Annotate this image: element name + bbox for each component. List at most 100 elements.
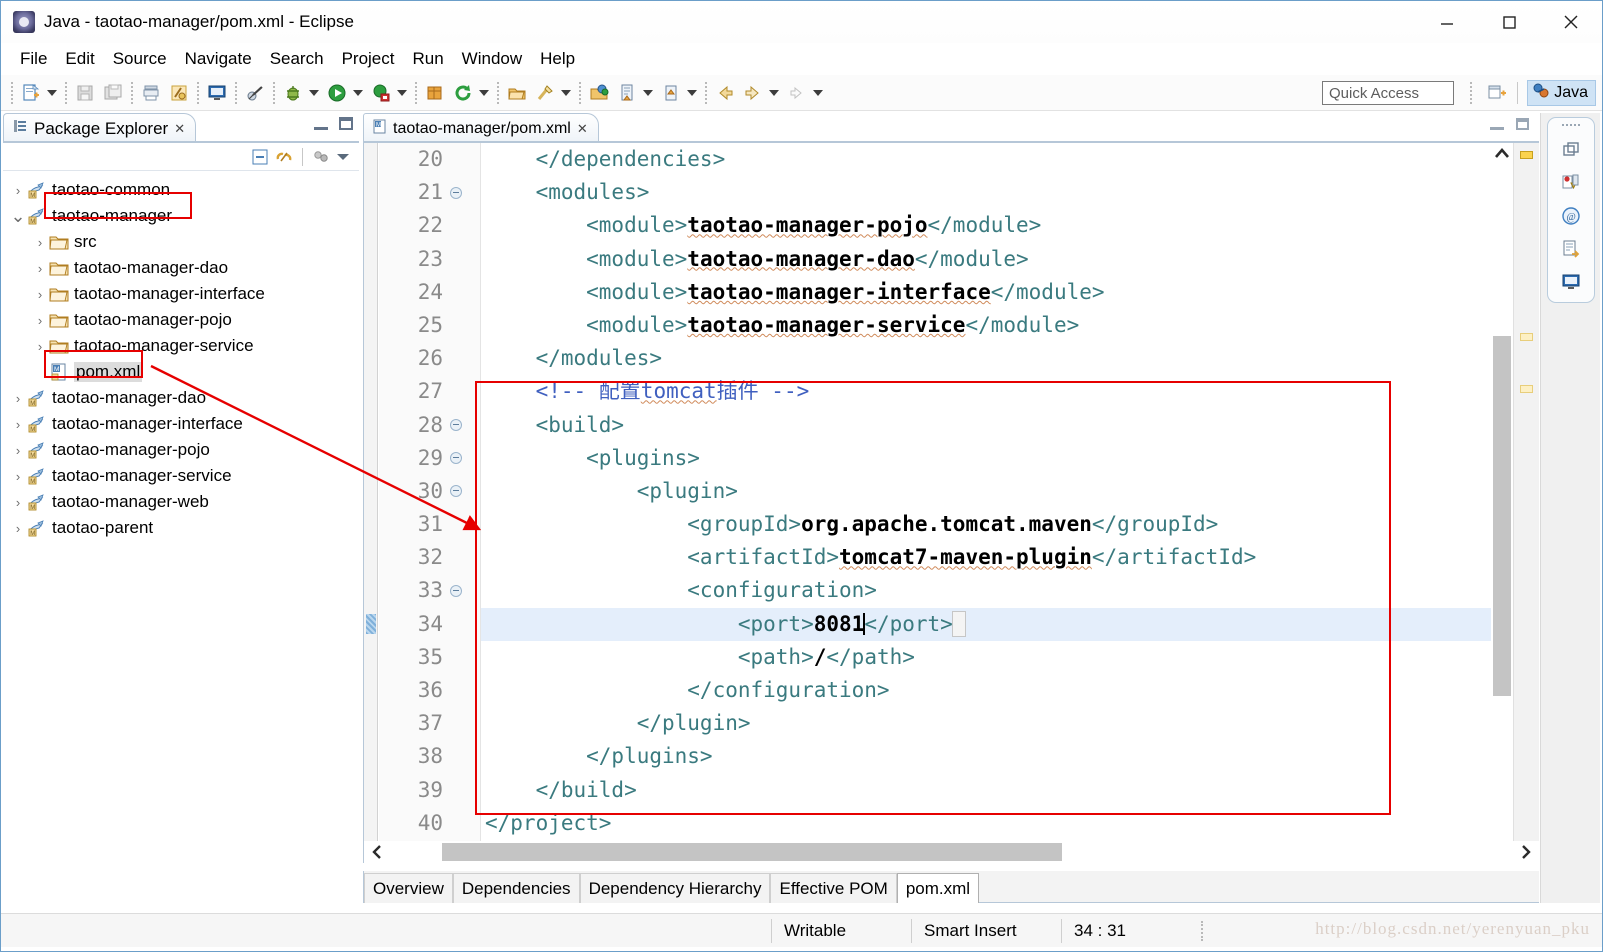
minimize-button[interactable] [1416, 1, 1478, 43]
tree-item-pom-xml[interactable]: Mpom.xml [3, 359, 359, 385]
form-tab-dependencies[interactable]: Dependencies [452, 873, 580, 903]
tree-item-taotao-manager[interactable]: ⌄ Mtaotao-manager [3, 203, 359, 229]
open-perspective-icon[interactable] [1486, 82, 1510, 104]
forward-dropdown[interactable] [767, 82, 780, 104]
tab-pom-xml[interactable]: M taotao-manager/pom.xml ✕ [363, 113, 599, 143]
chevron-right-icon[interactable]: › [9, 463, 27, 489]
maximize-button[interactable] [1478, 1, 1540, 43]
chevron-right-icon[interactable]: › [9, 515, 27, 541]
hscroll-track[interactable] [390, 843, 1513, 861]
chevron-right-icon[interactable]: › [9, 411, 27, 437]
problems-view-icon[interactable] [1558, 171, 1584, 195]
tree-item-taotao-manager-web[interactable]: › Mtaotao-manager-web [3, 489, 359, 515]
menu-window[interactable]: Window [453, 46, 531, 72]
fold-toggle-icon[interactable] [450, 485, 462, 498]
restore-icon[interactable] [1516, 118, 1529, 130]
new-wizard-dropdown[interactable] [45, 82, 58, 104]
menu-run[interactable]: Run [403, 46, 452, 72]
source-editor[interactable]: 20 21 22 23 24 25 26 27 28 29 30 31 32 33 34 35 36 37 38 39… [363, 143, 1539, 863]
maximize-icon[interactable] [339, 117, 353, 130]
scrollbar-thumb[interactable] [1493, 336, 1511, 696]
close-icon[interactable]: ✕ [174, 121, 185, 137]
overview-marker-warning[interactable] [1520, 333, 1533, 341]
editor-overview-ruler[interactable] [1513, 143, 1539, 863]
menu-navigate[interactable]: Navigate [176, 46, 261, 72]
editor-left-ruler[interactable] [364, 143, 378, 863]
debug-dropdown[interactable] [307, 82, 320, 104]
menu-edit[interactable]: Edit [56, 46, 103, 72]
folding-strip[interactable] [467, 143, 481, 863]
tree-item-taotao-manager-service[interactable]: › Mtaotao-manager-service [3, 463, 359, 489]
chevron-right-icon[interactable]: › [31, 333, 49, 359]
code-line[interactable]: </configuration> [481, 674, 1501, 707]
new-wizard-icon[interactable] [20, 82, 42, 104]
form-tab-pom-xml[interactable]: pom.xml [896, 873, 980, 903]
nav-history-icon[interactable] [786, 82, 808, 104]
chevron-right-icon[interactable]: › [9, 489, 27, 515]
tree-item-taotao-manager-dao[interactable]: › Mtaotao-manager-dao [3, 385, 359, 411]
tree-item-taotao-manager-pojo[interactable]: › taotao-manager-pojo [3, 307, 359, 333]
code-line[interactable]: </project> [481, 807, 1501, 840]
perspective-java-button[interactable]: Java [1527, 80, 1596, 106]
chevron-right-icon[interactable]: › [9, 437, 27, 463]
code-line[interactable]: </build> [481, 774, 1501, 807]
link-with-editor-icon[interactable] [274, 147, 294, 167]
refresh-dropdown[interactable] [477, 82, 490, 104]
minimize-icon[interactable] [1490, 119, 1504, 130]
code-line[interactable]: <!-- 配置tomcat插件 --> [481, 375, 1501, 408]
tree-item-taotao-parent[interactable]: › Mtaotao-parent [3, 515, 359, 541]
chevron-right-icon[interactable]: › [31, 281, 49, 307]
chevron-left-icon[interactable] [364, 841, 390, 863]
chevron-right-icon[interactable]: › [31, 229, 49, 255]
open-task-icon[interactable] [588, 82, 610, 104]
search-dropdown[interactable] [559, 82, 572, 104]
form-tab-dependency-hierarchy[interactable]: Dependency Hierarchy [579, 873, 771, 903]
previous-annotation-dropdown[interactable] [685, 82, 698, 104]
menu-help[interactable]: Help [531, 46, 584, 72]
toggle-mark-occurrences-icon[interactable] [168, 82, 190, 104]
tree-item-taotao-manager-interface[interactable]: › Mtaotao-manager-interface [3, 411, 359, 437]
print-icon[interactable] [140, 82, 162, 104]
back-icon[interactable] [714, 82, 736, 104]
fold-toggle-icon[interactable] [450, 452, 462, 465]
code-line[interactable]: </modules> [481, 342, 1501, 375]
editor-vertical-scrollbar[interactable] [1491, 143, 1513, 863]
tree-item-src[interactable]: › src [3, 229, 359, 255]
run-icon[interactable] [326, 82, 348, 104]
editor-horizontal-scrollbar[interactable] [363, 841, 1539, 863]
view-menu-icon[interactable] [335, 148, 351, 166]
tab-package-explorer[interactable]: Package Explorer ✕ [3, 113, 197, 143]
code-line[interactable]: <module>taotao-manager-dao</module> [481, 243, 1501, 276]
menu-search[interactable]: Search [261, 46, 333, 72]
chevron-right-icon[interactable]: › [31, 255, 49, 281]
fold-toggle-icon[interactable] [450, 186, 462, 199]
fold-toggle-icon[interactable] [450, 419, 462, 432]
next-annotation-dropdown[interactable] [641, 82, 654, 104]
code-line[interactable]: <module>taotao-manager-interface</module… [481, 276, 1501, 309]
external-tools-icon[interactable] [370, 82, 392, 104]
tree-item-taotao-manager-dao[interactable]: › taotao-manager-dao [3, 255, 359, 281]
overview-marker-warning[interactable] [1520, 385, 1533, 393]
save-all-icon[interactable] [102, 82, 124, 104]
external-tools-dropdown[interactable] [395, 82, 408, 104]
debug-icon[interactable] [282, 82, 304, 104]
new-java-package-icon[interactable] [424, 82, 446, 104]
chevron-right-icon[interactable] [1513, 841, 1539, 863]
overview-marker-warning[interactable] [1520, 151, 1533, 159]
quick-access-input[interactable]: Quick Access [1322, 81, 1454, 105]
code-line[interactable]: </plugin> [481, 707, 1501, 740]
refresh-icon[interactable] [452, 82, 474, 104]
form-tab-overview[interactable]: Overview [364, 873, 453, 903]
code-line[interactable]: <build> [481, 409, 1501, 442]
focus-on-active-task-icon[interactable] [311, 147, 331, 167]
collapse-all-icon[interactable] [250, 147, 270, 167]
chevron-right-icon[interactable]: › [31, 307, 49, 333]
chevron-right-icon[interactable]: › [9, 177, 27, 203]
code-line[interactable]: <module>taotao-manager-pojo</module> [481, 209, 1501, 242]
console-view-icon[interactable] [1558, 270, 1584, 294]
code-line[interactable]: <artifactId>tomcat7-maven-plugin</artifa… [481, 541, 1501, 574]
close-button[interactable] [1540, 1, 1602, 43]
search-icon[interactable] [534, 82, 556, 104]
tree-item-taotao-manager-service[interactable]: › taotao-manager-service [3, 333, 359, 359]
code-content[interactable]: </dependencies> <modules> <module>taotao… [481, 143, 1501, 863]
